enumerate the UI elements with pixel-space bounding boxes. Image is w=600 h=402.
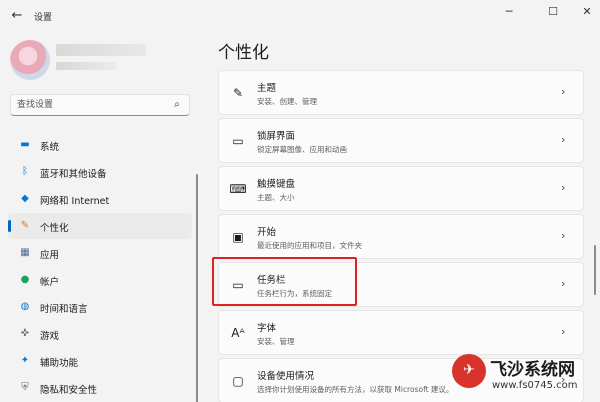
sidebar-item-label: 隐私和安全性 bbox=[40, 385, 98, 396]
accessibility-icon: ✦ bbox=[20, 355, 30, 366]
globe-clock-icon: ◍ bbox=[20, 301, 30, 312]
card-lock-screen[interactable]: ▭ 锁屏界面 锁定屏幕图像、应用和动画 › bbox=[218, 118, 584, 163]
sidebar-item-label: 网络和 Internet bbox=[40, 196, 110, 207]
device-usage-icon: ▢ bbox=[232, 374, 244, 388]
chevron-right-icon: › bbox=[561, 277, 566, 290]
sidebar-item-accessibility[interactable]: ✦ 辅助功能 bbox=[8, 348, 192, 374]
sidebar-item-label: 游戏 bbox=[40, 331, 60, 342]
page-title: 个性化 bbox=[218, 43, 269, 63]
chevron-right-icon: › bbox=[561, 133, 566, 146]
watermark: ✈ 飞沙系统网 www.fs0745.com bbox=[452, 352, 600, 402]
card-title: 开始 bbox=[257, 227, 277, 238]
sidebar-item-label: 应用 bbox=[40, 250, 60, 261]
sidebar-item-time-language[interactable]: ◍ 时间和语言 bbox=[8, 294, 192, 320]
search-box[interactable]: ⌕ bbox=[10, 94, 190, 116]
chevron-right-icon: › bbox=[561, 325, 566, 338]
sidebar-scrollbar[interactable] bbox=[196, 174, 198, 402]
shield-icon: ⛨ bbox=[21, 382, 29, 393]
close-button[interactable]: ✕ bbox=[574, 4, 600, 20]
watermark-url: www.fs0745.com bbox=[492, 380, 578, 391]
sidebar-item-label: 个性化 bbox=[40, 223, 69, 234]
card-themes[interactable]: ✎ 主题 安装、创建、管理 › bbox=[218, 70, 584, 115]
card-title: 字体 bbox=[257, 323, 277, 334]
apps-icon: ▦ bbox=[20, 247, 30, 258]
sidebar-item-gaming[interactable]: ✜ 游戏 bbox=[8, 321, 192, 347]
wifi-icon: ◆ bbox=[21, 193, 29, 204]
font-icon: Aᴬ bbox=[231, 326, 245, 340]
brush-icon: ✎ bbox=[20, 220, 30, 231]
card-subtitle: 安装、创建、管理 bbox=[257, 97, 317, 106]
gamepad-icon: ✜ bbox=[20, 328, 30, 339]
sidebar-item-network[interactable]: ◆ 网络和 Internet bbox=[8, 186, 192, 212]
sidebar-item-accounts[interactable]: ● 帐户 bbox=[8, 267, 192, 293]
sidebar-item-label: 帐户 bbox=[40, 277, 60, 288]
card-subtitle: 安装、管理 bbox=[257, 337, 295, 346]
monitor-icon: ▬ bbox=[20, 139, 30, 150]
plane-icon: ✈ bbox=[463, 362, 475, 378]
sidebar-item-personalization[interactable]: ✎ 个性化 bbox=[8, 213, 192, 239]
sidebar-item-privacy[interactable]: ⛨ 隐私和安全性 bbox=[8, 375, 192, 401]
sidebar: ⌕ ▬ 系统 ᛒ 蓝牙和其他设备 ◆ 网络和 Internet ✎ 个性化 ▦ … bbox=[0, 32, 200, 402]
keyboard-icon: ⌨ bbox=[229, 182, 247, 196]
search-input[interactable] bbox=[17, 98, 167, 112]
sidebar-item-label: 蓝牙和其他设备 bbox=[40, 169, 107, 180]
card-title: 触摸键盘 bbox=[257, 179, 296, 190]
bluetooth-icon: ᛒ bbox=[22, 166, 28, 177]
card-title: 锁屏界面 bbox=[257, 131, 296, 142]
pen-icon: ✎ bbox=[232, 86, 244, 100]
sidebar-item-system[interactable]: ▬ 系统 bbox=[8, 132, 192, 158]
avatar[interactable] bbox=[10, 40, 50, 80]
card-start[interactable]: ▣ 开始 最近使用的应用和项目，文件夹 › bbox=[218, 214, 584, 259]
sidebar-item-label: 系统 bbox=[40, 142, 60, 153]
sidebar-item-label: 时间和语言 bbox=[40, 304, 88, 315]
card-subtitle: 锁定屏幕图像、应用和动画 bbox=[257, 145, 347, 154]
lock-screen-icon: ▭ bbox=[232, 134, 244, 148]
card-subtitle: 选择你计划使用设备的所有方法，以获取 Microsoft 建议。 bbox=[257, 385, 454, 394]
person-icon: ● bbox=[20, 274, 30, 285]
sidebar-item-bluetooth[interactable]: ᛒ 蓝牙和其他设备 bbox=[8, 159, 192, 185]
user-name-blurred bbox=[56, 44, 146, 56]
maximize-button[interactable]: ☐ bbox=[540, 4, 566, 20]
chevron-right-icon: › bbox=[561, 181, 566, 194]
sidebar-item-apps[interactable]: ▦ 应用 bbox=[8, 240, 192, 266]
chevron-right-icon: › bbox=[561, 229, 566, 242]
card-subtitle: 主题、大小 bbox=[257, 193, 295, 202]
start-icon: ▣ bbox=[232, 230, 244, 244]
card-title: 设备使用情况 bbox=[257, 371, 315, 382]
highlight-box bbox=[212, 257, 357, 306]
title-bar: ← 设置 ─ ☐ ✕ bbox=[0, 0, 600, 32]
watermark-logo: ✈ bbox=[452, 354, 486, 388]
sidebar-item-label: 辅助功能 bbox=[40, 358, 79, 369]
search-icon[interactable]: ⌕ bbox=[170, 98, 184, 112]
watermark-text: 飞沙系统网 bbox=[490, 360, 575, 380]
back-button[interactable]: ← bbox=[8, 7, 26, 25]
minimize-button[interactable]: ─ bbox=[496, 4, 522, 20]
sidebar-nav: ▬ 系统 ᛒ 蓝牙和其他设备 ◆ 网络和 Internet ✎ 个性化 ▦ 应用… bbox=[8, 132, 192, 402]
card-touch-keyboard[interactable]: ⌨ 触摸键盘 主题、大小 › bbox=[218, 166, 584, 211]
main-scrollbar[interactable] bbox=[594, 245, 596, 295]
card-title: 主题 bbox=[257, 83, 277, 94]
card-subtitle: 最近使用的应用和项目，文件夹 bbox=[257, 241, 362, 250]
card-fonts[interactable]: Aᴬ 字体 安装、管理 › bbox=[218, 310, 584, 355]
user-email-blurred bbox=[56, 62, 116, 70]
app-title: 设置 bbox=[34, 13, 53, 23]
chevron-right-icon: › bbox=[561, 85, 566, 98]
